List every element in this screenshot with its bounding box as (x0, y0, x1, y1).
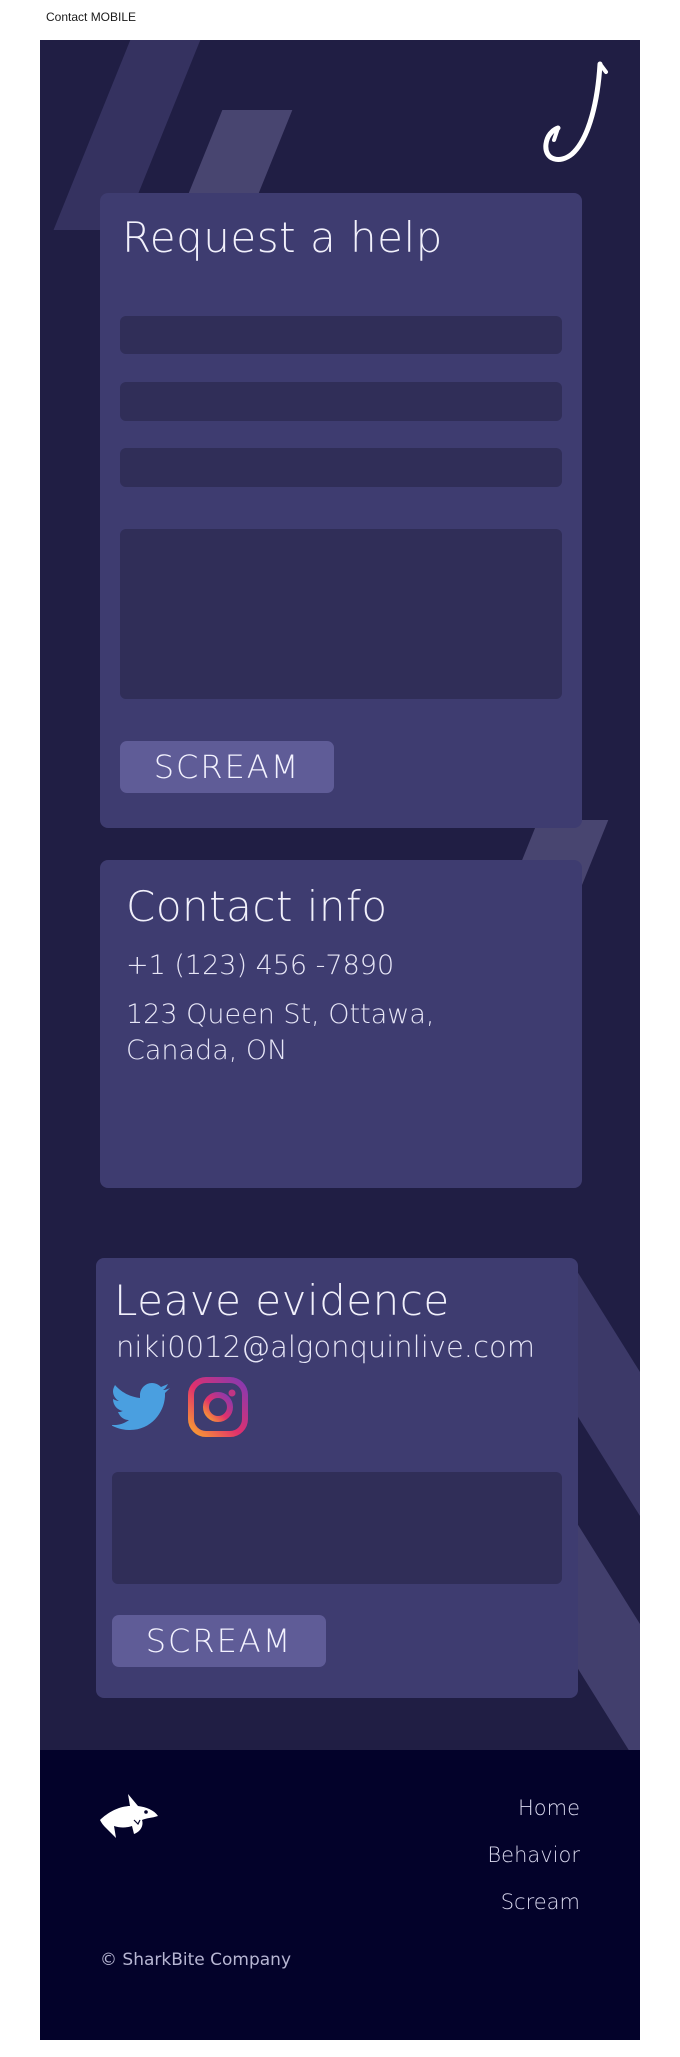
name-field[interactable] (120, 316, 562, 354)
evidence-submit-button[interactable]: SCREAM (112, 1615, 326, 1667)
evidence-email: niki0012@algonquinlive.com (116, 1330, 535, 1364)
fish-hook-icon (543, 61, 608, 162)
footer-nav-behavior[interactable]: Behavior (487, 1843, 580, 1867)
contact-info-title: Contact info (126, 882, 388, 931)
footer: Home Behavior Scream © SharkBite Company (40, 1750, 640, 2040)
evidence-title: Leave evidence (114, 1276, 450, 1325)
address-line-1: 123 Queen St, Ottawa, (126, 999, 435, 1030)
contact-page: Request a help SCREAM Contact info +1 (1… (40, 40, 640, 2040)
phone-field[interactable] (120, 448, 562, 487)
contact-info-card: Contact info +1 (123) 456 -7890 123 Quee… (100, 860, 582, 1188)
copyright-text: © SharkBite Company (100, 1950, 292, 1970)
message-textarea[interactable] (120, 529, 562, 699)
phone-number: +1 (123) 456 -7890 (126, 950, 395, 981)
footer-nav-scream[interactable]: Scream (501, 1890, 580, 1914)
instagram-icon[interactable] (188, 1376, 248, 1438)
evidence-card: Leave evidence niki0012@algonquinlive.co… (96, 1258, 578, 1698)
twitter-icon[interactable] (112, 1376, 172, 1438)
frame-label: Contact MOBILE (46, 10, 137, 24)
help-form-card: Request a help SCREAM (100, 193, 582, 828)
email-field[interactable] (120, 382, 562, 421)
help-form-title: Request a help (122, 213, 443, 262)
shark-logo-icon[interactable] (98, 1790, 160, 1842)
address-line-2: Canada, ON (126, 1035, 288, 1066)
help-submit-button[interactable]: SCREAM (120, 741, 334, 793)
evidence-textarea[interactable] (112, 1472, 562, 1584)
footer-nav-home[interactable]: Home (518, 1796, 580, 1820)
